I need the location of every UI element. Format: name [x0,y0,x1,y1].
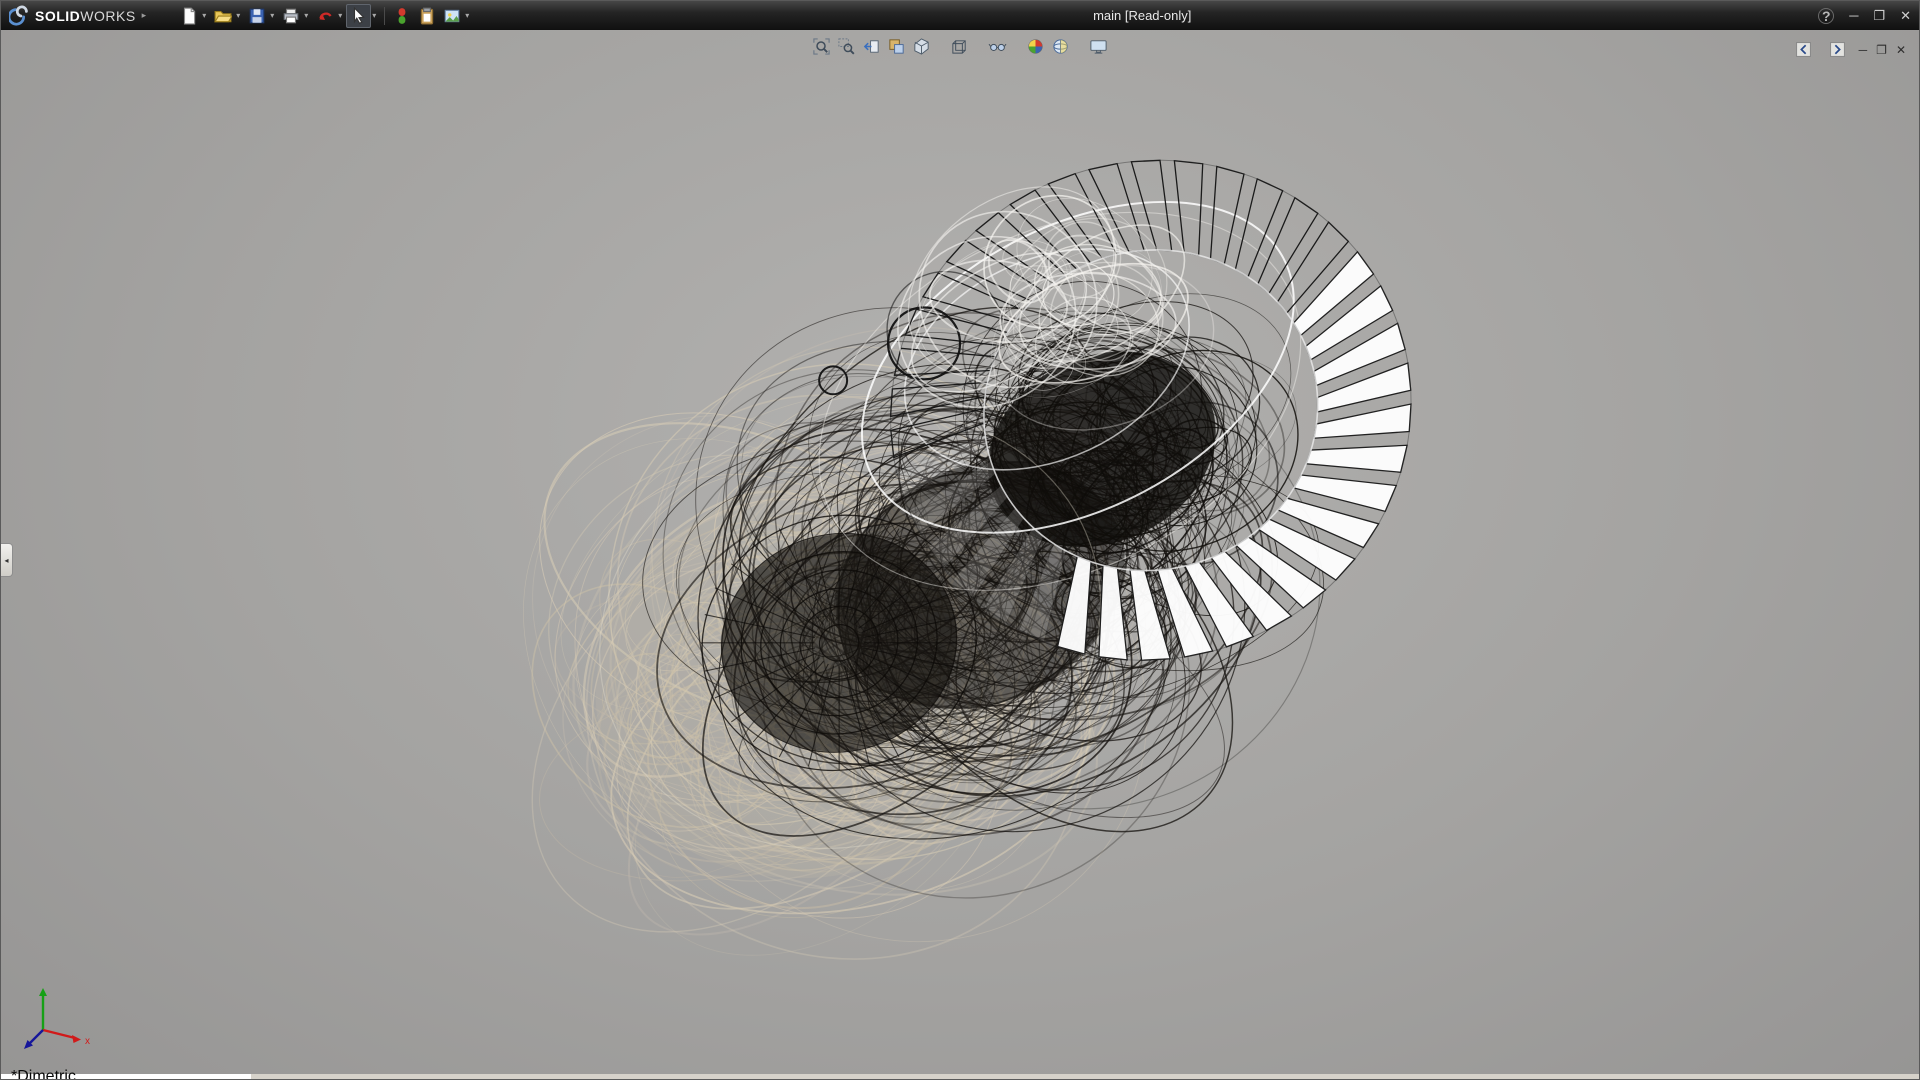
previous-window-button[interactable] [1792,38,1815,61]
hide-show-items-button[interactable] [986,35,1009,58]
zoom-to-area-icon [837,37,856,56]
print-dropdown[interactable]: ▾ [304,11,308,20]
triad-x-axis [43,1030,75,1038]
window-controls: ? ─ ❐ ✕ [1818,1,1911,30]
view-settings-monitor-icon [1089,37,1108,56]
open-button[interactable] [210,4,235,28]
doc-restore-button[interactable]: ❐ [1876,44,1887,56]
save-dropdown[interactable]: ▾ [270,11,274,20]
close-button[interactable]: ✕ [1900,9,1911,22]
options-dropdown[interactable]: ▾ [465,11,469,20]
print-icon [282,7,300,25]
document-window-controls: ─ ❐ ✕ [1791,38,1906,61]
3ds-swirl-icon [9,5,31,27]
display-style-cube-icon [950,37,969,56]
minimize-button[interactable]: ─ [1849,9,1858,22]
logo-expand-arrow[interactable]: ▸ [142,10,147,21]
select-dropdown[interactable]: ▾ [372,11,376,20]
view-orientation-cube-icon [912,37,931,56]
view-orientation-button[interactable] [910,35,933,58]
triad-z-axis [29,1030,43,1044]
scene-sphere-icon [1051,37,1070,56]
open-dropdown[interactable]: ▾ [236,11,240,20]
restore-button[interactable]: ❐ [1873,9,1885,22]
graphics-viewport[interactable]: ─ ❐ ✕ ◂ x *Dimetric [1,30,1919,1079]
open-folder-icon [214,7,232,25]
apply-scene-button[interactable] [1049,35,1072,58]
copy-settings-button[interactable] [414,4,439,28]
options-button[interactable] [439,4,464,28]
solidworks-window: SOLIDWORKS ▸ ▾ ▾ [0,0,1920,1080]
next-window-icon [1830,42,1845,57]
previous-view-icon [862,37,881,56]
solidworks-logo: SOLIDWORKS [1,5,140,27]
triad-y-arrowhead [39,988,47,996]
save-button[interactable] [244,4,269,28]
glasses-icon [988,37,1007,56]
doc-close-button[interactable]: ✕ [1896,44,1906,56]
zoom-to-fit-icon [812,37,831,56]
edit-appearance-button[interactable] [1024,35,1047,58]
undo-arrow-icon [316,7,334,25]
help-button[interactable]: ? [1818,8,1834,24]
view-settings-button[interactable] [1087,35,1110,58]
undo-dropdown[interactable]: ▾ [338,11,342,20]
select-button[interactable] [346,4,371,28]
image-options-icon [443,7,461,25]
titlebar: SOLIDWORKS ▸ ▾ ▾ [1,1,1919,30]
save-floppy-icon [248,7,266,25]
featuremanager-collapse-tab[interactable]: ◂ [1,543,13,577]
headsup-view-toolbar [809,35,1111,58]
cad-model-wireframe[interactable] [1,30,1919,1079]
orientation-triad: x [17,982,103,1062]
previous-window-icon [1796,42,1811,57]
status-bar-edge [1,1074,1919,1079]
section-view-icon [887,37,906,56]
section-view-button[interactable] [885,35,908,58]
triad-x-arrowhead [72,1035,81,1043]
toolbar-separator [384,7,385,25]
zoom-to-fit-button[interactable] [810,35,833,58]
previous-view-button[interactable] [860,35,883,58]
appearance-ball-icon [1026,37,1045,56]
new-document-icon [180,7,198,25]
new-document-button[interactable] [176,4,201,28]
undo-button[interactable] [312,4,337,28]
display-style-button[interactable] [948,35,971,58]
main-toolbar: ▾ ▾ ▾ [176,4,473,28]
display-state-button[interactable] [389,4,414,28]
clipboard-icon [418,7,436,25]
new-document-dropdown[interactable]: ▾ [202,11,206,20]
app-name: SOLIDWORKS [35,8,136,24]
view-orientation-label: *Dimetric [11,1068,76,1080]
select-cursor-icon [350,7,368,25]
zoom-to-area-button[interactable] [835,35,858,58]
triad-x-label: x [85,1036,90,1047]
app-name-bold: SOLID [35,8,80,24]
red-green-capsule-icon [393,7,411,25]
print-button[interactable] [278,4,303,28]
next-window-button[interactable] [1826,38,1849,61]
doc-minimize-button[interactable]: ─ [1859,44,1868,56]
document-title: main [Read-only] [1093,8,1191,23]
app-name-light: WORKS [80,8,135,24]
